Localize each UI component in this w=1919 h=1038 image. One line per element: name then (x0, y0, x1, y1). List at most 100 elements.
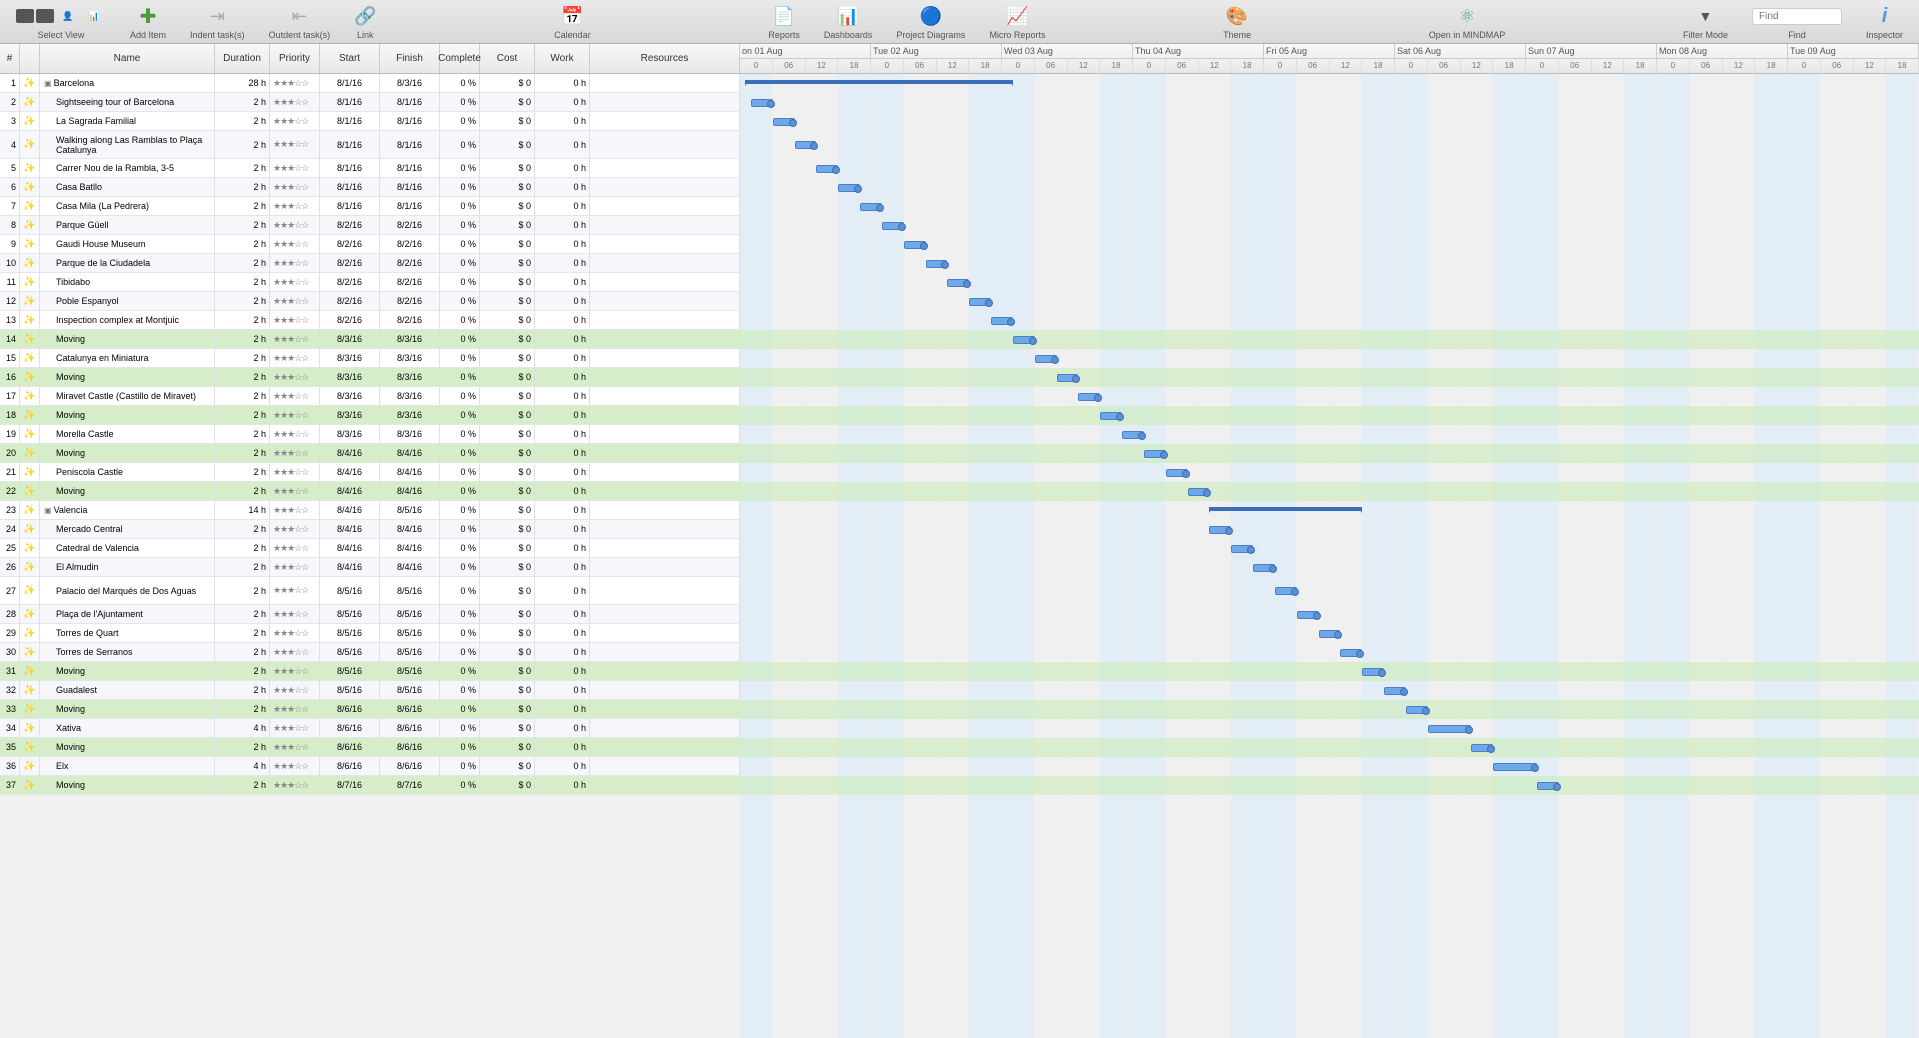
task-duration[interactable]: 2 h (215, 577, 270, 604)
task-finish[interactable]: 8/4/16 (380, 444, 440, 462)
task-complete[interactable]: 0 % (440, 776, 480, 794)
task-row[interactable]: 1✨▣Barcelona28 h★★★☆☆8/1/168/3/160 %$ 00… (0, 74, 740, 93)
task-work[interactable]: 0 h (535, 292, 590, 310)
task-complete[interactable]: 0 % (440, 112, 480, 130)
task-resources[interactable] (590, 539, 740, 557)
task-complete[interactable]: 0 % (440, 681, 480, 699)
task-cost[interactable]: $ 0 (480, 349, 535, 367)
task-duration[interactable]: 2 h (215, 444, 270, 462)
task-row[interactable]: 7✨Casa Mila (La Pedrera)2 h★★★☆☆8/1/168/… (0, 197, 740, 216)
task-cost[interactable]: $ 0 (480, 178, 535, 196)
task-resources[interactable] (590, 235, 740, 253)
task-name[interactable]: Guadalest (40, 681, 215, 699)
task-finish[interactable]: 8/6/16 (380, 757, 440, 775)
wand-icon[interactable]: ✨ (20, 159, 40, 177)
task-name[interactable]: Parque Güell (40, 216, 215, 234)
outdent-button[interactable]: ⇤ Outdent task(s) (269, 3, 331, 40)
task-name[interactable]: Mercado Central (40, 520, 215, 538)
add-item-button[interactable]: ✚ Add Item (130, 3, 166, 40)
task-start[interactable]: 8/3/16 (320, 349, 380, 367)
task-resources[interactable] (590, 254, 740, 272)
task-bar[interactable] (947, 279, 969, 287)
task-complete[interactable]: 0 % (440, 662, 480, 680)
task-name[interactable]: Morella Castle (40, 425, 215, 443)
task-priority[interactable]: ★★★☆☆ (270, 520, 320, 538)
task-finish[interactable]: 8/5/16 (380, 501, 440, 519)
col-flag[interactable] (20, 44, 40, 73)
task-work[interactable]: 0 h (535, 131, 590, 158)
filter-button[interactable]: ▼ Filter Mode (1683, 3, 1728, 40)
task-priority[interactable]: ★★★☆☆ (270, 757, 320, 775)
inspector-button[interactable]: i Inspector (1866, 3, 1903, 40)
task-priority[interactable]: ★★★☆☆ (270, 74, 320, 92)
task-name[interactable]: Elx (40, 757, 215, 775)
task-start[interactable]: 8/4/16 (320, 463, 380, 481)
task-priority[interactable]: ★★★☆☆ (270, 368, 320, 386)
task-start[interactable]: 8/6/16 (320, 700, 380, 718)
task-finish[interactable]: 8/3/16 (380, 368, 440, 386)
task-cost[interactable]: $ 0 (480, 482, 535, 500)
task-finish[interactable]: 8/3/16 (380, 349, 440, 367)
wand-icon[interactable]: ✨ (20, 520, 40, 538)
task-resources[interactable] (590, 605, 740, 623)
task-work[interactable]: 0 h (535, 501, 590, 519)
task-finish[interactable]: 8/3/16 (380, 425, 440, 443)
task-complete[interactable]: 0 % (440, 444, 480, 462)
task-priority[interactable]: ★★★☆☆ (270, 558, 320, 576)
task-bar[interactable] (1471, 744, 1493, 752)
task-complete[interactable]: 0 % (440, 74, 480, 92)
task-cost[interactable]: $ 0 (480, 368, 535, 386)
task-duration[interactable]: 2 h (215, 681, 270, 699)
task-name[interactable]: Poble Espanyol (40, 292, 215, 310)
task-duration[interactable]: 2 h (215, 273, 270, 291)
task-duration[interactable]: 2 h (215, 197, 270, 215)
wand-icon[interactable]: ✨ (20, 292, 40, 310)
task-cost[interactable]: $ 0 (480, 624, 535, 642)
wand-icon[interactable]: ✨ (20, 624, 40, 642)
wand-icon[interactable]: ✨ (20, 776, 40, 794)
task-bar[interactable] (1297, 611, 1319, 619)
task-name[interactable]: Peniscola Castle (40, 463, 215, 481)
task-cost[interactable]: $ 0 (480, 577, 535, 604)
task-resources[interactable] (590, 662, 740, 680)
task-name[interactable]: Parque de la Ciudadela (40, 254, 215, 272)
task-resources[interactable] (590, 292, 740, 310)
task-work[interactable]: 0 h (535, 738, 590, 756)
task-resources[interactable] (590, 178, 740, 196)
task-row[interactable]: 27✨Palacio del Marqués de Dos Aguas2 h★★… (0, 577, 740, 605)
mindmap-button[interactable]: ⚛ Open in MINDMAP (1429, 3, 1506, 40)
task-priority[interactable]: ★★★☆☆ (270, 311, 320, 329)
task-name[interactable]: Inspection complex at Montjuic (40, 311, 215, 329)
wand-icon[interactable]: ✨ (20, 178, 40, 196)
task-work[interactable]: 0 h (535, 178, 590, 196)
collapse-icon[interactable]: ▣ (44, 506, 52, 515)
task-row[interactable]: 33✨Moving2 h★★★☆☆8/6/168/6/160 %$ 00 h (0, 700, 740, 719)
col-num[interactable]: # (0, 44, 20, 73)
task-work[interactable]: 0 h (535, 235, 590, 253)
task-finish[interactable]: 8/4/16 (380, 482, 440, 500)
task-row[interactable]: 2✨Sightseeing tour of Barcelona2 h★★★☆☆8… (0, 93, 740, 112)
task-cost[interactable]: $ 0 (480, 159, 535, 177)
task-duration[interactable]: 2 h (215, 387, 270, 405)
task-bar[interactable] (1493, 763, 1537, 771)
task-bar[interactable] (1406, 706, 1428, 714)
task-complete[interactable]: 0 % (440, 463, 480, 481)
task-duration[interactable]: 2 h (215, 93, 270, 111)
col-finish[interactable]: Finish (380, 44, 440, 73)
task-resources[interactable] (590, 93, 740, 111)
task-duration[interactable]: 2 h (215, 776, 270, 794)
task-row[interactable]: 16✨Moving2 h★★★☆☆8/3/168/3/160 %$ 00 h (0, 368, 740, 387)
task-priority[interactable]: ★★★☆☆ (270, 235, 320, 253)
task-work[interactable]: 0 h (535, 776, 590, 794)
task-complete[interactable]: 0 % (440, 501, 480, 519)
task-priority[interactable]: ★★★☆☆ (270, 643, 320, 661)
wand-icon[interactable]: ✨ (20, 93, 40, 111)
task-start[interactable]: 8/5/16 (320, 624, 380, 642)
task-bar[interactable] (1209, 526, 1231, 534)
task-bar[interactable] (1340, 649, 1362, 657)
task-resources[interactable] (590, 406, 740, 424)
task-cost[interactable]: $ 0 (480, 330, 535, 348)
task-start[interactable]: 8/2/16 (320, 311, 380, 329)
task-duration[interactable]: 2 h (215, 482, 270, 500)
task-cost[interactable]: $ 0 (480, 292, 535, 310)
